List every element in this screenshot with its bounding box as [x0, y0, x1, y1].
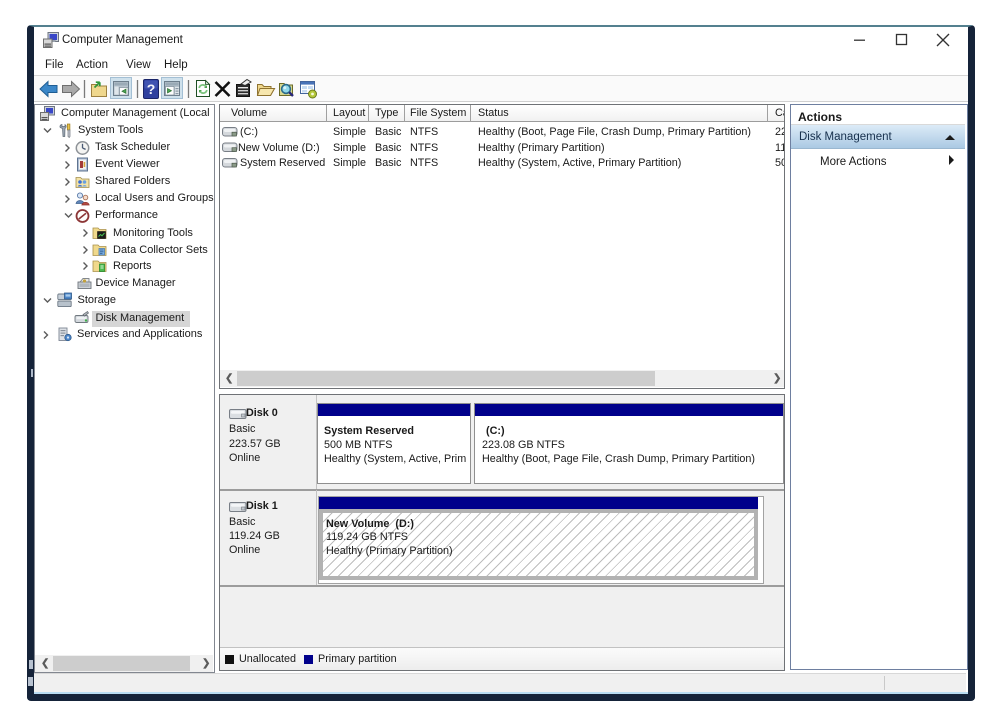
svg-text:?: ?	[147, 81, 156, 97]
